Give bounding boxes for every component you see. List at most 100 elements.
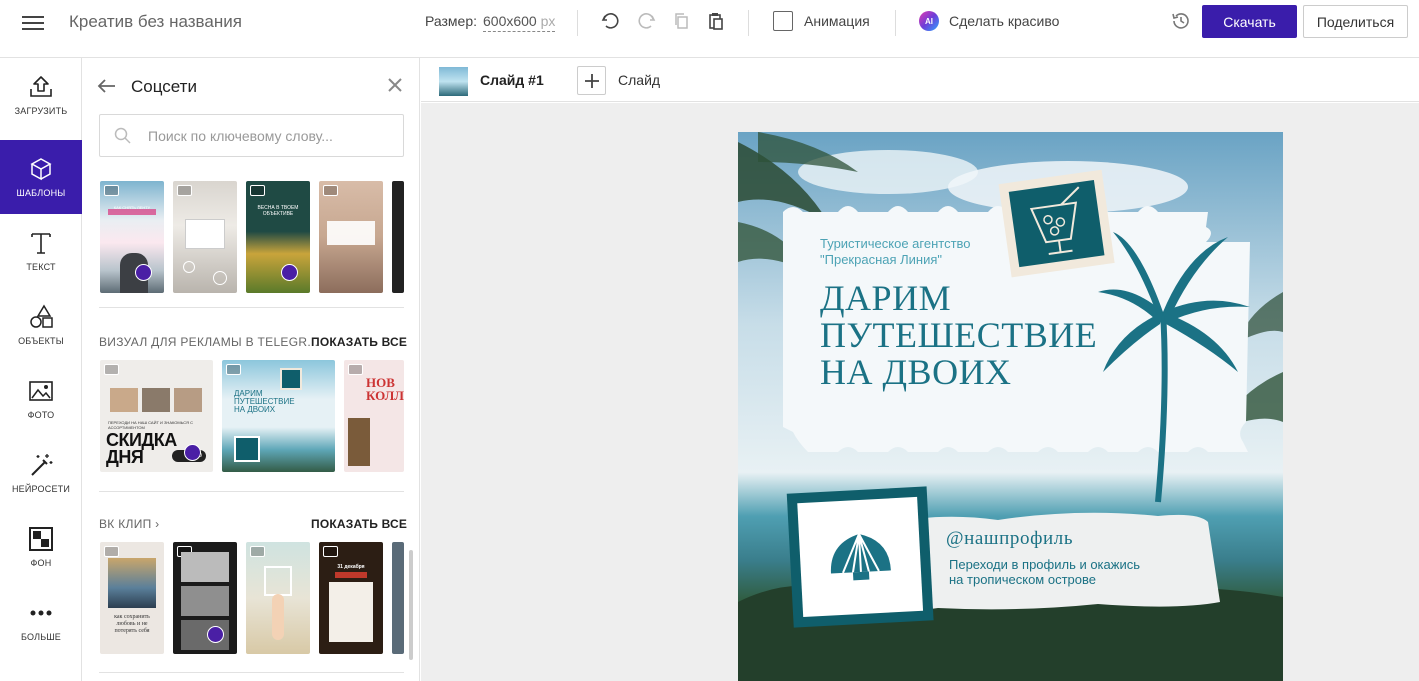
template-text: ПЕРЕХОДИ НА НАШ САЙТ И ЗНАКОМЬСЯ С АССОР… — [108, 420, 194, 430]
rail-label: ФОТО — [27, 410, 55, 420]
tool-rail: ЗАГРУЗИТЬ ШАБЛОНЫ ТЕКСТ ОБЪЕКТЫ ФОТО НЕЙ… — [0, 58, 82, 681]
image-icon — [226, 364, 241, 375]
rail-item-upload[interactable]: ЗАГРУЗИТЬ — [0, 58, 82, 132]
add-slide-button[interactable] — [577, 66, 606, 95]
rail-item-photo[interactable]: ФОТО — [0, 362, 82, 436]
rail-label: ЗАГРУЗИТЬ — [14, 106, 68, 116]
template-thumbnail[interactable] — [246, 542, 310, 654]
rail-label: НЕЙРОСЕТИ — [11, 484, 71, 494]
image-icon — [177, 185, 192, 196]
text-icon — [31, 233, 51, 254]
template-thumbnail[interactable] — [392, 181, 404, 293]
image-icon — [323, 546, 338, 557]
search-box[interactable] — [99, 114, 404, 157]
panel-scrollbar[interactable] — [409, 550, 413, 660]
template-thumbnail[interactable]: как сохранить любовь и не потерять себя — [100, 542, 164, 654]
templates-icon — [30, 158, 52, 181]
document-title[interactable]: Креатив без названия — [69, 12, 242, 32]
image-icon — [104, 364, 119, 375]
premium-crown-icon — [207, 626, 224, 643]
slide-thumbnail[interactable] — [439, 67, 468, 96]
ai-icon[interactable]: AI — [919, 11, 939, 31]
profile-handle[interactable]: @нашпрофиль — [946, 528, 1073, 550]
premium-crown-icon — [281, 264, 298, 281]
panel-title: Соцсети — [131, 77, 197, 96]
upload-icon — [30, 76, 52, 97]
agency-line-2: "Прекрасная Линия" — [820, 252, 943, 267]
paste-icon[interactable] — [703, 8, 729, 34]
history-icon[interactable] — [1170, 10, 1192, 32]
template-text: НОВ КОЛЛЕ — [366, 375, 404, 403]
slide-name[interactable]: Слайд #1 — [480, 72, 544, 88]
divider — [577, 10, 578, 36]
premium-crown-icon — [135, 264, 152, 281]
agency-name[interactable]: Туристическое агентство "Прекрасная Лини… — [820, 236, 971, 268]
template-thumbnail[interactable] — [173, 542, 237, 654]
menu-icon[interactable] — [22, 12, 44, 32]
template-text: как сохранить любовь и не потерять себя — [114, 614, 150, 634]
animation-checkbox[interactable] — [773, 11, 793, 31]
section-title[interactable]: ВИЗУАЛ ДЛЯ РЕКЛАМЫ В TELEGR... — [99, 335, 318, 349]
add-slide-label[interactable]: Слайд — [618, 72, 660, 88]
template-thumbnail[interactable]: ДАРИМ ПУТЕШЕСТВИЕ НА ДВОИХ — [222, 360, 335, 472]
undo-icon[interactable] — [597, 8, 623, 34]
image-icon — [250, 185, 265, 196]
rail-label: БОЛЬШЕ — [21, 632, 61, 642]
rail-item-templates[interactable]: ШАБЛОНЫ — [0, 140, 82, 214]
template-thumbnail[interactable] — [319, 181, 383, 293]
template-thumbnail[interactable]: НОВ КОЛЛЕ — [344, 360, 404, 472]
copy-icon[interactable] — [669, 8, 695, 34]
show-all-link[interactable]: ПОКАЗАТЬ ВСЕ — [311, 517, 407, 531]
rail-item-text[interactable]: ТЕКСТ — [0, 214, 82, 288]
redo-icon[interactable] — [634, 8, 660, 34]
divider — [99, 491, 404, 492]
rail-item-more[interactable]: БОЛЬШЕ — [0, 584, 82, 658]
image-icon — [250, 546, 265, 557]
rail-item-ai[interactable]: НЕЙРОСЕТИ — [0, 436, 82, 510]
template-thumbnail[interactable]: 31 декабря — [319, 542, 383, 654]
template-thumbnail[interactable] — [173, 181, 237, 293]
template-thumbnail[interactable]: КАК СНЯТЬ ЛЕНТУ — [100, 181, 164, 293]
template-thumbnail[interactable]: ПЕРЕХОДИ НА НАШ САЙТ И ЗНАКОМЬСЯ С АССОР… — [100, 360, 213, 472]
template-thumbnail[interactable] — [392, 542, 404, 654]
rail-label: ШАБЛОНЫ — [16, 188, 66, 198]
divider — [99, 307, 404, 308]
image-icon — [348, 364, 363, 375]
template-thumbnail[interactable]: ВЕСНА В ТВОЕМ ОБЪЕКТИВЕ — [246, 181, 310, 293]
share-button[interactable]: Поделиться — [1303, 5, 1408, 38]
headline-line-2: ПУТЕШЕСТВИЕ — [820, 315, 1098, 355]
search-input[interactable] — [148, 125, 388, 147]
animation-label[interactable]: Анимация — [804, 13, 870, 29]
divider — [895, 10, 896, 36]
size-selector[interactable]: 600x600 px — [483, 13, 556, 32]
magic-wand-icon — [31, 454, 53, 476]
template-text: ВЕСНА В ТВОЕМ ОБЪЕКТИВЕ — [257, 205, 299, 217]
agency-line-1: Туристическое агентство — [820, 236, 971, 251]
rail-item-objects[interactable]: ОБЪЕКТЫ — [0, 288, 82, 362]
canvas-area[interactable]: Туристическое агентство "Прекрасная Лини… — [421, 103, 1419, 681]
divider — [99, 672, 404, 673]
top-bar: Креатив без названия Размер: 600x600 px … — [0, 0, 1419, 58]
back-arrow-icon[interactable] — [97, 78, 117, 94]
size-value: 600x600 — [483, 13, 537, 29]
close-icon[interactable] — [386, 76, 404, 94]
photo-icon — [29, 381, 53, 401]
rail-label: ТЕКСТ — [26, 262, 56, 272]
plus-icon — [584, 73, 599, 88]
artboard[interactable]: Туристическое агентство "Прекрасная Лини… — [738, 132, 1283, 681]
cta-line-2: на тропическом острове — [949, 572, 1096, 587]
show-all-link[interactable]: ПОКАЗАТЬ ВСЕ — [311, 335, 407, 349]
headline[interactable]: ДАРИМ ПУТЕШЕСТВИЕ НА ДВОИХ — [820, 280, 1097, 391]
slides-bar: Слайд #1 Слайд — [421, 58, 1419, 102]
beautify-button[interactable]: Сделать красиво — [949, 13, 1059, 29]
cta-text[interactable]: Переходи в профиль и окажись на тропичес… — [949, 557, 1140, 587]
section-title[interactable]: ВК КЛИП › — [99, 517, 159, 531]
image-icon — [104, 546, 119, 557]
rail-item-background[interactable]: ФОН — [0, 510, 82, 584]
premium-crown-icon — [184, 444, 201, 461]
template-text: ДАРИМ ПУТЕШЕСТВИЕ НА ДВОИХ — [234, 389, 295, 414]
image-icon — [104, 185, 119, 196]
background-icon — [29, 527, 53, 551]
size-unit: px — [540, 13, 556, 29]
download-button[interactable]: Скачать — [1202, 5, 1297, 38]
